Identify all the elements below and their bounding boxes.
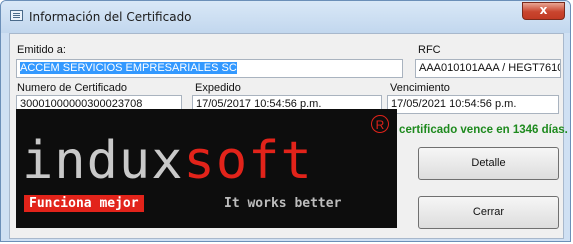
expedido-label: Expedido [195, 82, 241, 94]
emitido-value: ACCEM SERVICIOS EMPRESARIALES SC [20, 62, 237, 74]
certificate-window-icon [10, 10, 23, 21]
expiry-status-text: El certificado vence en 1346 días. [385, 124, 568, 136]
close-button[interactable]: x [522, 2, 565, 20]
induxsoft-logo: induxsoft R Funciona mejor It works bett… [16, 109, 397, 228]
vencimiento-label: Vencimiento [390, 82, 450, 94]
logo-tagline-rest: It works better [224, 196, 342, 211]
logo-wordmark: induxsoft [22, 135, 313, 187]
logo-word-part1: indux [22, 131, 184, 191]
numero-certificado-label: Numero de Certificado [17, 82, 128, 94]
emitido-field[interactable]: ACCEM SERVICIOS EMPRESARIALES SC [16, 59, 403, 78]
vencimiento-field[interactable]: 17/05/2021 10:54:56 p.m. [387, 95, 559, 114]
logo-word-part2: soft [183, 131, 313, 191]
rfc-label: RFC [418, 44, 441, 56]
title-bar[interactable]: Información del Certificado x [1, 1, 570, 33]
logo-tagline-highlight: Funciona mejor [24, 195, 144, 212]
registered-trademark-icon: R [371, 115, 389, 133]
rfc-field[interactable]: AAA010101AAA / HEGT7610034 [415, 59, 561, 78]
detalle-button[interactable]: Detalle [418, 147, 559, 180]
cerrar-button[interactable]: Cerrar [418, 196, 559, 229]
window-title: Información del Certificado [29, 10, 192, 24]
certificate-dialog: Información del Certificado x Emitido a:… [0, 0, 571, 242]
emitido-label: Emitido a: [17, 44, 66, 56]
